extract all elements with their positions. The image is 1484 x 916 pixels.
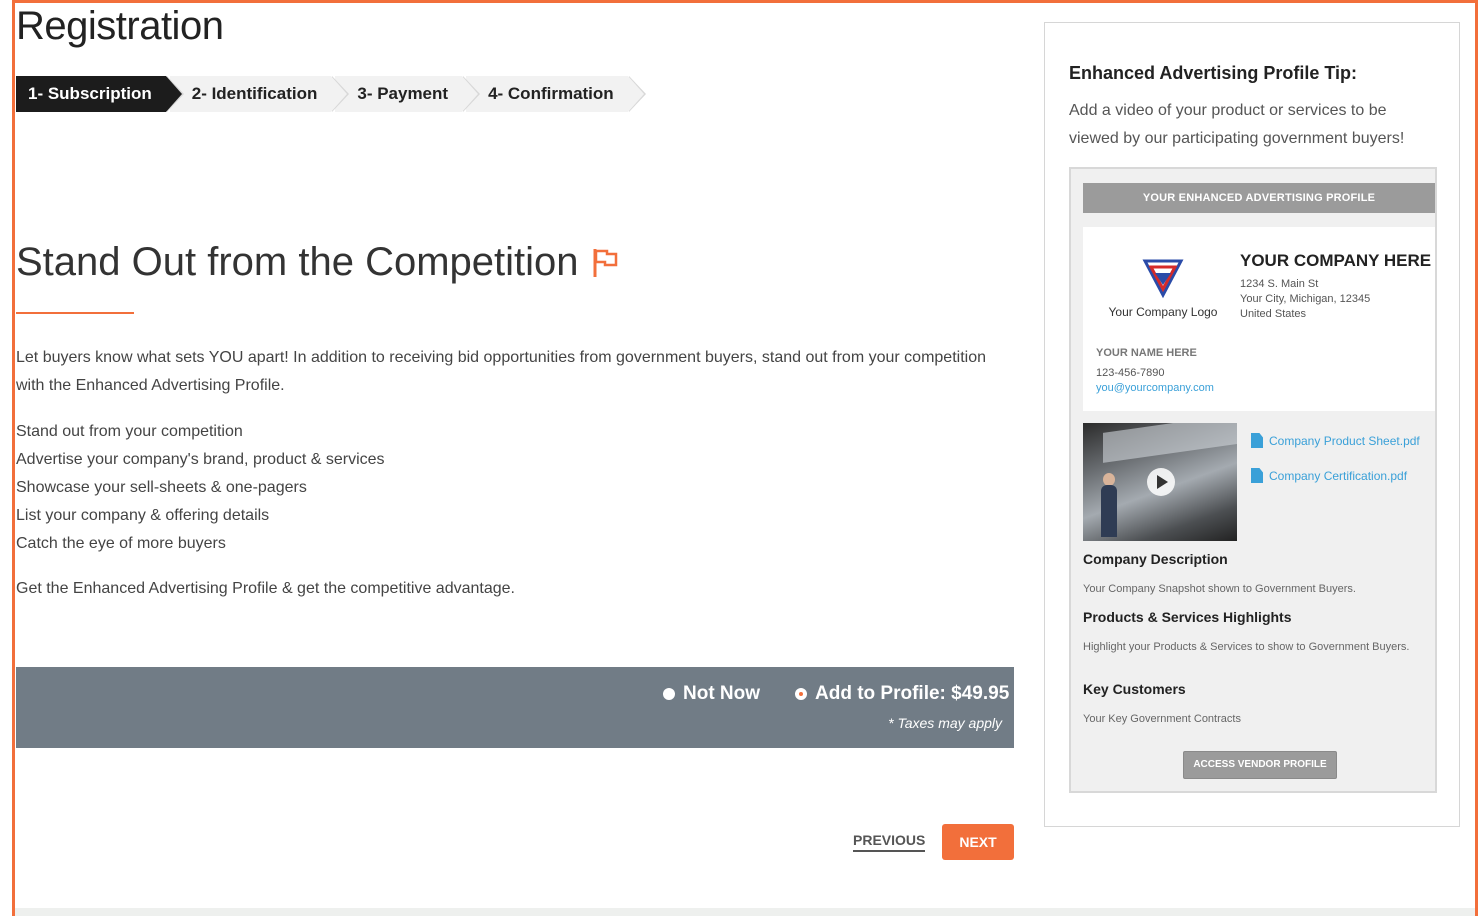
company-logo: Your Company Logo bbox=[1103, 255, 1223, 319]
section-headline: Stand Out from the Competition bbox=[16, 240, 619, 285]
not-now-radio[interactable] bbox=[663, 688, 675, 700]
closing-text: Get the Enhanced Advertising Profile & g… bbox=[16, 580, 515, 597]
list-item: Advertise your company's brand, product … bbox=[16, 451, 385, 468]
document-icon bbox=[1251, 433, 1263, 448]
step-progress: 1- Subscription 2- Identification 3- Pay… bbox=[16, 76, 646, 112]
address-line: Your City, Michigan, 12345 bbox=[1240, 293, 1371, 305]
headline-underline bbox=[16, 312, 134, 314]
tip-text: Add a video of your product or services … bbox=[1069, 102, 1405, 147]
list-item: Showcase your sell-sheets & one-pagers bbox=[16, 479, 307, 496]
file-link-product-sheet[interactable]: Company Product Sheet.pdf bbox=[1251, 433, 1420, 448]
section-text: Your Company Snapshot shown to Governmen… bbox=[1083, 583, 1356, 595]
preview-header: YOUR ENHANCED ADVERTISING PROFILE bbox=[1083, 183, 1435, 213]
purchase-choice-bar: Not Now Add to Profile: $49.95 * Taxes m… bbox=[16, 667, 1014, 748]
company-card: Your Company Logo YOUR COMPANY HERE 1234… bbox=[1083, 227, 1435, 411]
not-now-label: Not Now bbox=[683, 683, 761, 704]
next-button[interactable]: NEXT bbox=[942, 824, 1014, 860]
profile-preview: YOUR ENHANCED ADVERTISING PROFILE Your C… bbox=[1069, 167, 1437, 793]
step-payment[interactable]: 3- Payment bbox=[335, 76, 481, 112]
step-label: 4- Confirmation bbox=[488, 84, 614, 103]
section-text: Highlight your Products & Services to sh… bbox=[1083, 641, 1410, 653]
tip-title: Enhanced Advertising Profile Tip: bbox=[1069, 63, 1358, 83]
section-title: Company Description bbox=[1083, 551, 1228, 567]
step-label: 3- Payment bbox=[357, 84, 449, 103]
company-name: YOUR COMPANY HERE bbox=[1240, 251, 1432, 270]
logo-label: Your Company Logo bbox=[1108, 305, 1218, 319]
access-vendor-profile-button[interactable]: ACCESS VENDOR PROFILE bbox=[1183, 751, 1337, 779]
video-thumbnail[interactable] bbox=[1083, 423, 1237, 541]
flag-icon bbox=[593, 248, 617, 277]
benefits-list: Stand out from your competition Advertis… bbox=[16, 418, 385, 558]
section-title: Products & Services Highlights bbox=[1083, 609, 1292, 625]
contact-name: YOUR NAME HERE bbox=[1096, 347, 1197, 359]
step-subscription[interactable]: 1- Subscription bbox=[16, 76, 184, 112]
step-label: 1- Subscription bbox=[28, 84, 152, 103]
document-icon bbox=[1251, 468, 1263, 483]
file-name: Company Certification.pdf bbox=[1269, 468, 1408, 483]
contact-email[interactable]: you@yourcompany.com bbox=[1096, 382, 1214, 394]
step-identification[interactable]: 2- Identification bbox=[169, 76, 350, 112]
previous-button[interactable]: PREVIOUS bbox=[853, 832, 926, 852]
company-address: 1234 S. Main St Your City, Michigan, 123… bbox=[1240, 277, 1370, 322]
add-to-profile-radio[interactable] bbox=[795, 688, 807, 700]
contact-phone: 123-456-7890 bbox=[1096, 367, 1165, 379]
step-confirmation[interactable]: 4- Confirmation bbox=[466, 76, 646, 112]
add-to-profile-option[interactable]: Add to Profile: $49.95 bbox=[795, 683, 1009, 705]
address-line: United States bbox=[1240, 308, 1307, 320]
step-label: 2- Identification bbox=[191, 84, 318, 103]
not-now-option[interactable]: Not Now bbox=[663, 683, 760, 705]
section-text: Your Key Government Contracts bbox=[1083, 713, 1241, 725]
list-item: List your company & offering details bbox=[16, 507, 270, 524]
headline-text: Stand Out from the Competition bbox=[16, 240, 579, 284]
taxes-note: * Taxes may apply bbox=[888, 715, 1002, 731]
section-title: Key Customers bbox=[1083, 681, 1186, 697]
file-name: Company Product Sheet.pdf bbox=[1269, 433, 1420, 448]
tip-panel: Enhanced Advertising Profile Tip: Add a … bbox=[1044, 22, 1460, 827]
logo-icon bbox=[1142, 259, 1184, 299]
file-link-certification[interactable]: Company Certification.pdf bbox=[1251, 468, 1407, 483]
address-line: 1234 S. Main St bbox=[1240, 278, 1319, 290]
play-icon[interactable] bbox=[1147, 468, 1175, 496]
list-item: Catch the eye of more buyers bbox=[16, 535, 226, 552]
intro-text: Let buyers know what sets YOU apart! In … bbox=[16, 349, 986, 394]
list-item: Stand out from your competition bbox=[16, 423, 243, 440]
page-title: Registration bbox=[16, 4, 224, 48]
footer-strip bbox=[15, 908, 1475, 916]
add-to-profile-label: Add to Profile: $49.95 bbox=[815, 683, 1010, 704]
